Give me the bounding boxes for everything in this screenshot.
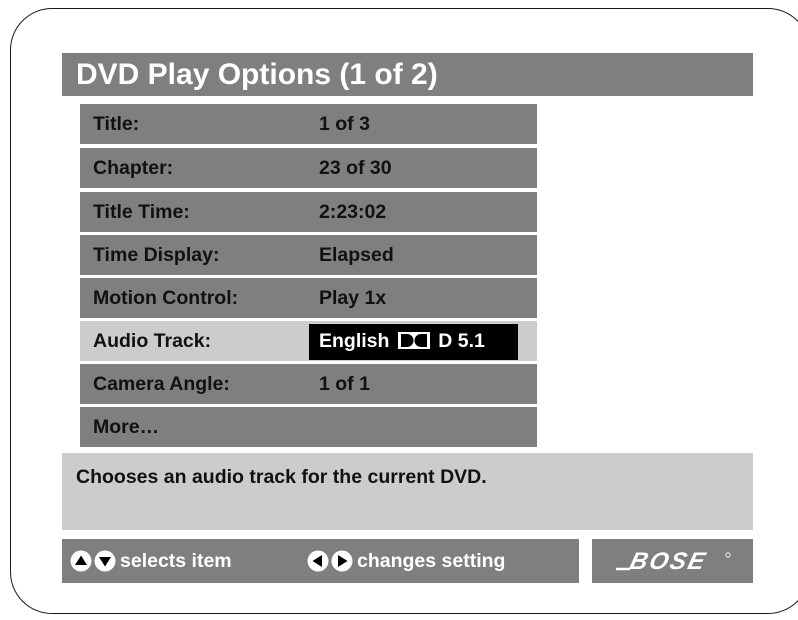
- nav-select-label: selects item: [120, 549, 232, 572]
- option-value: 1 of 3: [319, 113, 370, 135]
- option-label: Time Display:: [93, 244, 220, 266]
- bose-logo: BOSE: [616, 548, 731, 575]
- dolby-digital-icon: [397, 332, 430, 349]
- option-label: More…: [93, 416, 160, 438]
- option-row-chapter[interactable]: Chapter: 23 of 30: [80, 148, 537, 188]
- nav-change-label: changes setting: [357, 549, 506, 572]
- brand-panel: BOSE: [592, 539, 753, 583]
- option-row-title-time[interactable]: Title Time: 2:23:02: [80, 192, 537, 232]
- nav-hint-change: changes setting: [307, 539, 505, 583]
- help-panel: Chooses an audio track for the current D…: [62, 453, 753, 530]
- audio-track-value[interactable]: English D 5.1: [309, 324, 518, 360]
- nav-hint-select: selects item: [70, 539, 232, 583]
- option-label: Motion Control:: [93, 287, 239, 309]
- option-row-time-display[interactable]: Time Display: Elapsed: [80, 235, 537, 275]
- option-label: Title:: [93, 113, 140, 135]
- option-row-camera-angle[interactable]: Camera Angle: 1 of 1: [80, 364, 537, 404]
- option-row-title[interactable]: Title: 1 of 3: [80, 104, 537, 144]
- help-text: Chooses an audio track for the current D…: [76, 466, 487, 488]
- option-row-more[interactable]: More…: [80, 407, 537, 447]
- up-arrow-icon: [70, 550, 92, 572]
- option-label: Camera Angle:: [93, 373, 230, 395]
- left-arrow-icon: [307, 550, 329, 572]
- option-value: 23 of 30: [319, 157, 392, 179]
- option-row-audio-track[interactable]: Audio Track: English D 5.1: [80, 321, 537, 361]
- right-arrow-icon: [331, 550, 353, 572]
- option-label: Chapter:: [93, 157, 174, 179]
- option-label: Title Time:: [93, 201, 190, 223]
- down-arrow-icon: [94, 550, 116, 572]
- svg-text:BOSE: BOSE: [627, 548, 710, 575]
- option-value: Play 1x: [319, 287, 387, 309]
- page-title: DVD Play Options (1 of 2): [76, 58, 438, 91]
- option-row-motion-control[interactable]: Motion Control: Play 1x: [80, 278, 537, 318]
- option-label: Audio Track:: [93, 330, 212, 352]
- option-value: 1 of 1: [319, 373, 370, 395]
- option-value: Elapsed: [319, 244, 394, 266]
- audio-format: D 5.1: [438, 330, 485, 352]
- nav-hint-bar: selects item changes setting: [62, 539, 579, 583]
- option-value: 2:23:02: [319, 201, 387, 223]
- audio-language: English: [319, 330, 390, 352]
